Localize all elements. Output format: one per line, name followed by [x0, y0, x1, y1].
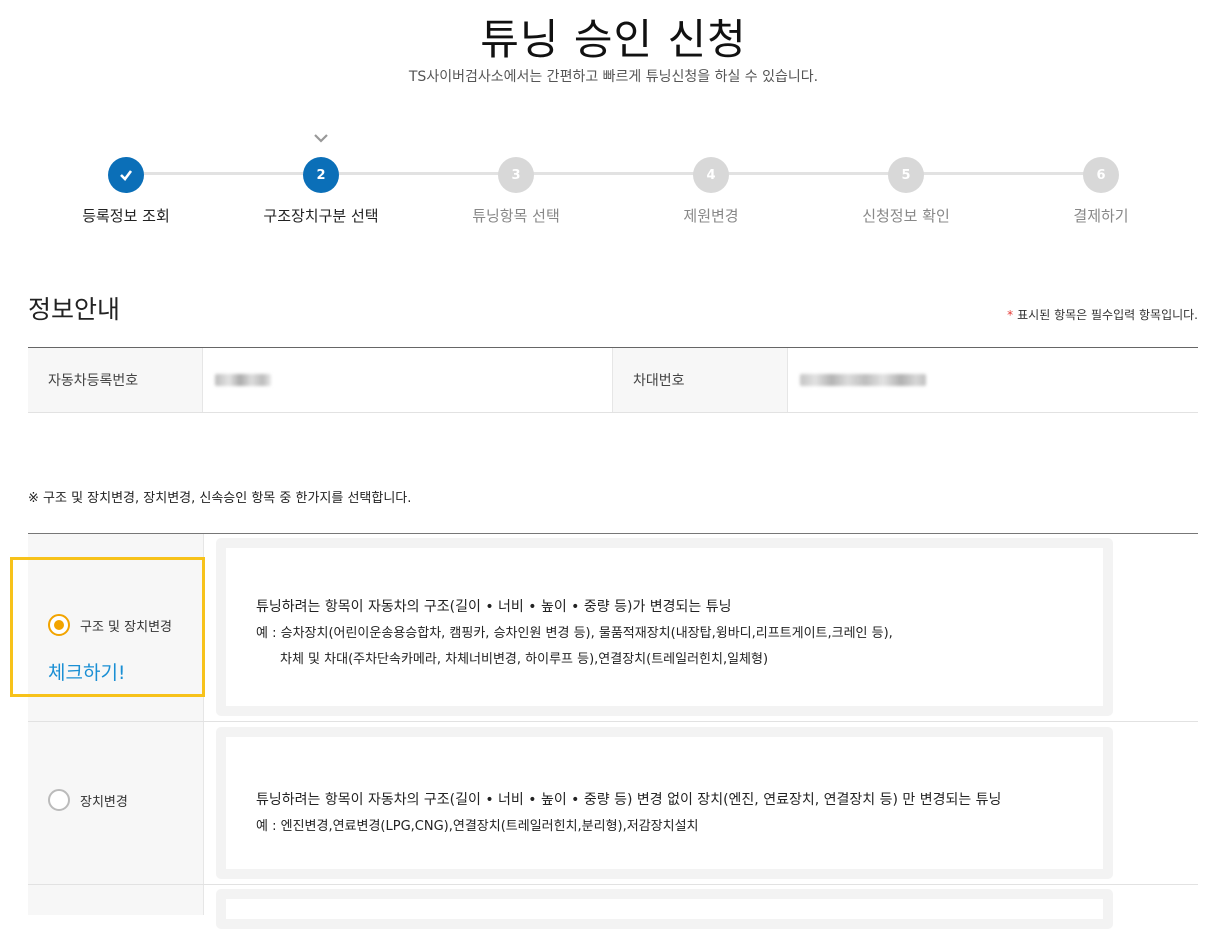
step-1-circle — [108, 157, 144, 193]
option-quick-approval-cell — [28, 885, 204, 915]
step-6-label: 결제하기 — [1073, 207, 1129, 225]
device-change-description-box: 튜닝하려는 항목이 자동차의 구조(길이 • 너비 • 높이 • 중량 등) 변… — [216, 727, 1113, 879]
structure-device-change-example-line-2: 차체 및 차대(주차단속카메라, 차체너비변경, 하이루프 등),연결장치(트레… — [280, 652, 769, 667]
required-note: * 표시된 항목은 필수입력 항목입니다. — [1007, 306, 1198, 323]
registration-number-value — [203, 348, 613, 412]
vehicle-info-table: 자동차등록번호 차대번호 — [28, 347, 1198, 413]
structure-device-change-description-box: 튜닝하려는 항목이 자동차의 구조(길이 • 너비 • 높이 • 중량 등)가 … — [216, 538, 1113, 716]
step-6: 6 결제하기 — [1011, 157, 1191, 226]
step-6-circle: 6 — [1083, 157, 1119, 193]
quick-approval-description-box — [216, 889, 1113, 929]
device-change-label[interactable]: 장치변경 — [80, 791, 128, 810]
step-2-label: 구조장치구분 선택 — [263, 207, 379, 225]
redacted-registration-number — [215, 374, 271, 386]
step-5: 5 신청정보 확인 — [816, 157, 996, 226]
option-device-change-cell: 장치변경 — [28, 722, 204, 884]
required-note-text: 표시된 항목은 필수입력 항목입니다. — [1017, 308, 1198, 322]
step-4: 4 제원변경 — [621, 157, 801, 226]
vin-label: 차대번호 — [613, 348, 788, 412]
device-change-description: 튜닝하려는 항목이 자동차의 구조(길이 • 너비 • 높이 • 중량 등) 변… — [256, 792, 1002, 808]
step-1: 등록정보 조회 — [36, 157, 216, 226]
option-quick-approval[interactable] — [28, 885, 1198, 929]
step-3: 3 튜닝항목 선택 — [426, 157, 606, 226]
info-section-title: 정보안내 — [28, 295, 121, 324]
step-1-label: 등록정보 조회 — [82, 207, 170, 225]
device-change-example-line-1: 예 : 엔진변경,연료변경(LPG,CNG),연결장치(트레일러힌치,분리형),… — [256, 819, 699, 834]
device-change-radio[interactable] — [48, 789, 70, 811]
structure-device-change-example-line-1: 예 : 승차장치(어린이운송용승합차, 캠핑카, 승차인원 변경 등), 물품적… — [256, 626, 893, 641]
page-title: 튜닝 승인 신청 — [480, 15, 747, 64]
vin-value — [788, 348, 1198, 412]
registration-number-label: 자동차등록번호 — [28, 348, 203, 412]
step-4-label: 제원변경 — [683, 207, 739, 225]
required-star: * — [1007, 308, 1014, 322]
current-step-chevron-icon — [314, 134, 328, 143]
step-3-label: 튜닝항목 선택 — [472, 207, 560, 225]
step-4-circle: 4 — [693, 157, 729, 193]
step-5-label: 신청정보 확인 — [862, 207, 950, 225]
step-2-circle: 2 — [303, 157, 339, 193]
structure-device-change-description: 튜닝하려는 항목이 자동차의 구조(길이 • 너비 • 높이 • 중량 등)가 … — [256, 599, 732, 615]
option-device-change[interactable]: 장치변경 튜닝하려는 항목이 자동차의 구조(길이 • 너비 • 높이 • 중량… — [28, 722, 1198, 885]
step-2: 2 구조장치구분 선택 — [231, 157, 411, 226]
page-subtitle: TS사이버검사소에서는 간편하고 빠르게 튜닝신청을 하실 수 있습니다. — [408, 69, 819, 85]
checkmark-icon — [120, 170, 133, 181]
selection-instruction: ※ 구조 및 장치변경, 장치변경, 신속승인 항목 중 한가지를 선택합니다. — [28, 491, 412, 506]
step-3-circle: 3 — [498, 157, 534, 193]
step-5-circle: 5 — [888, 157, 924, 193]
device-change-radio-group[interactable]: 장치변경 — [48, 789, 128, 811]
check-hint-text: 체크하기! — [48, 662, 126, 684]
redacted-vin — [800, 374, 926, 386]
